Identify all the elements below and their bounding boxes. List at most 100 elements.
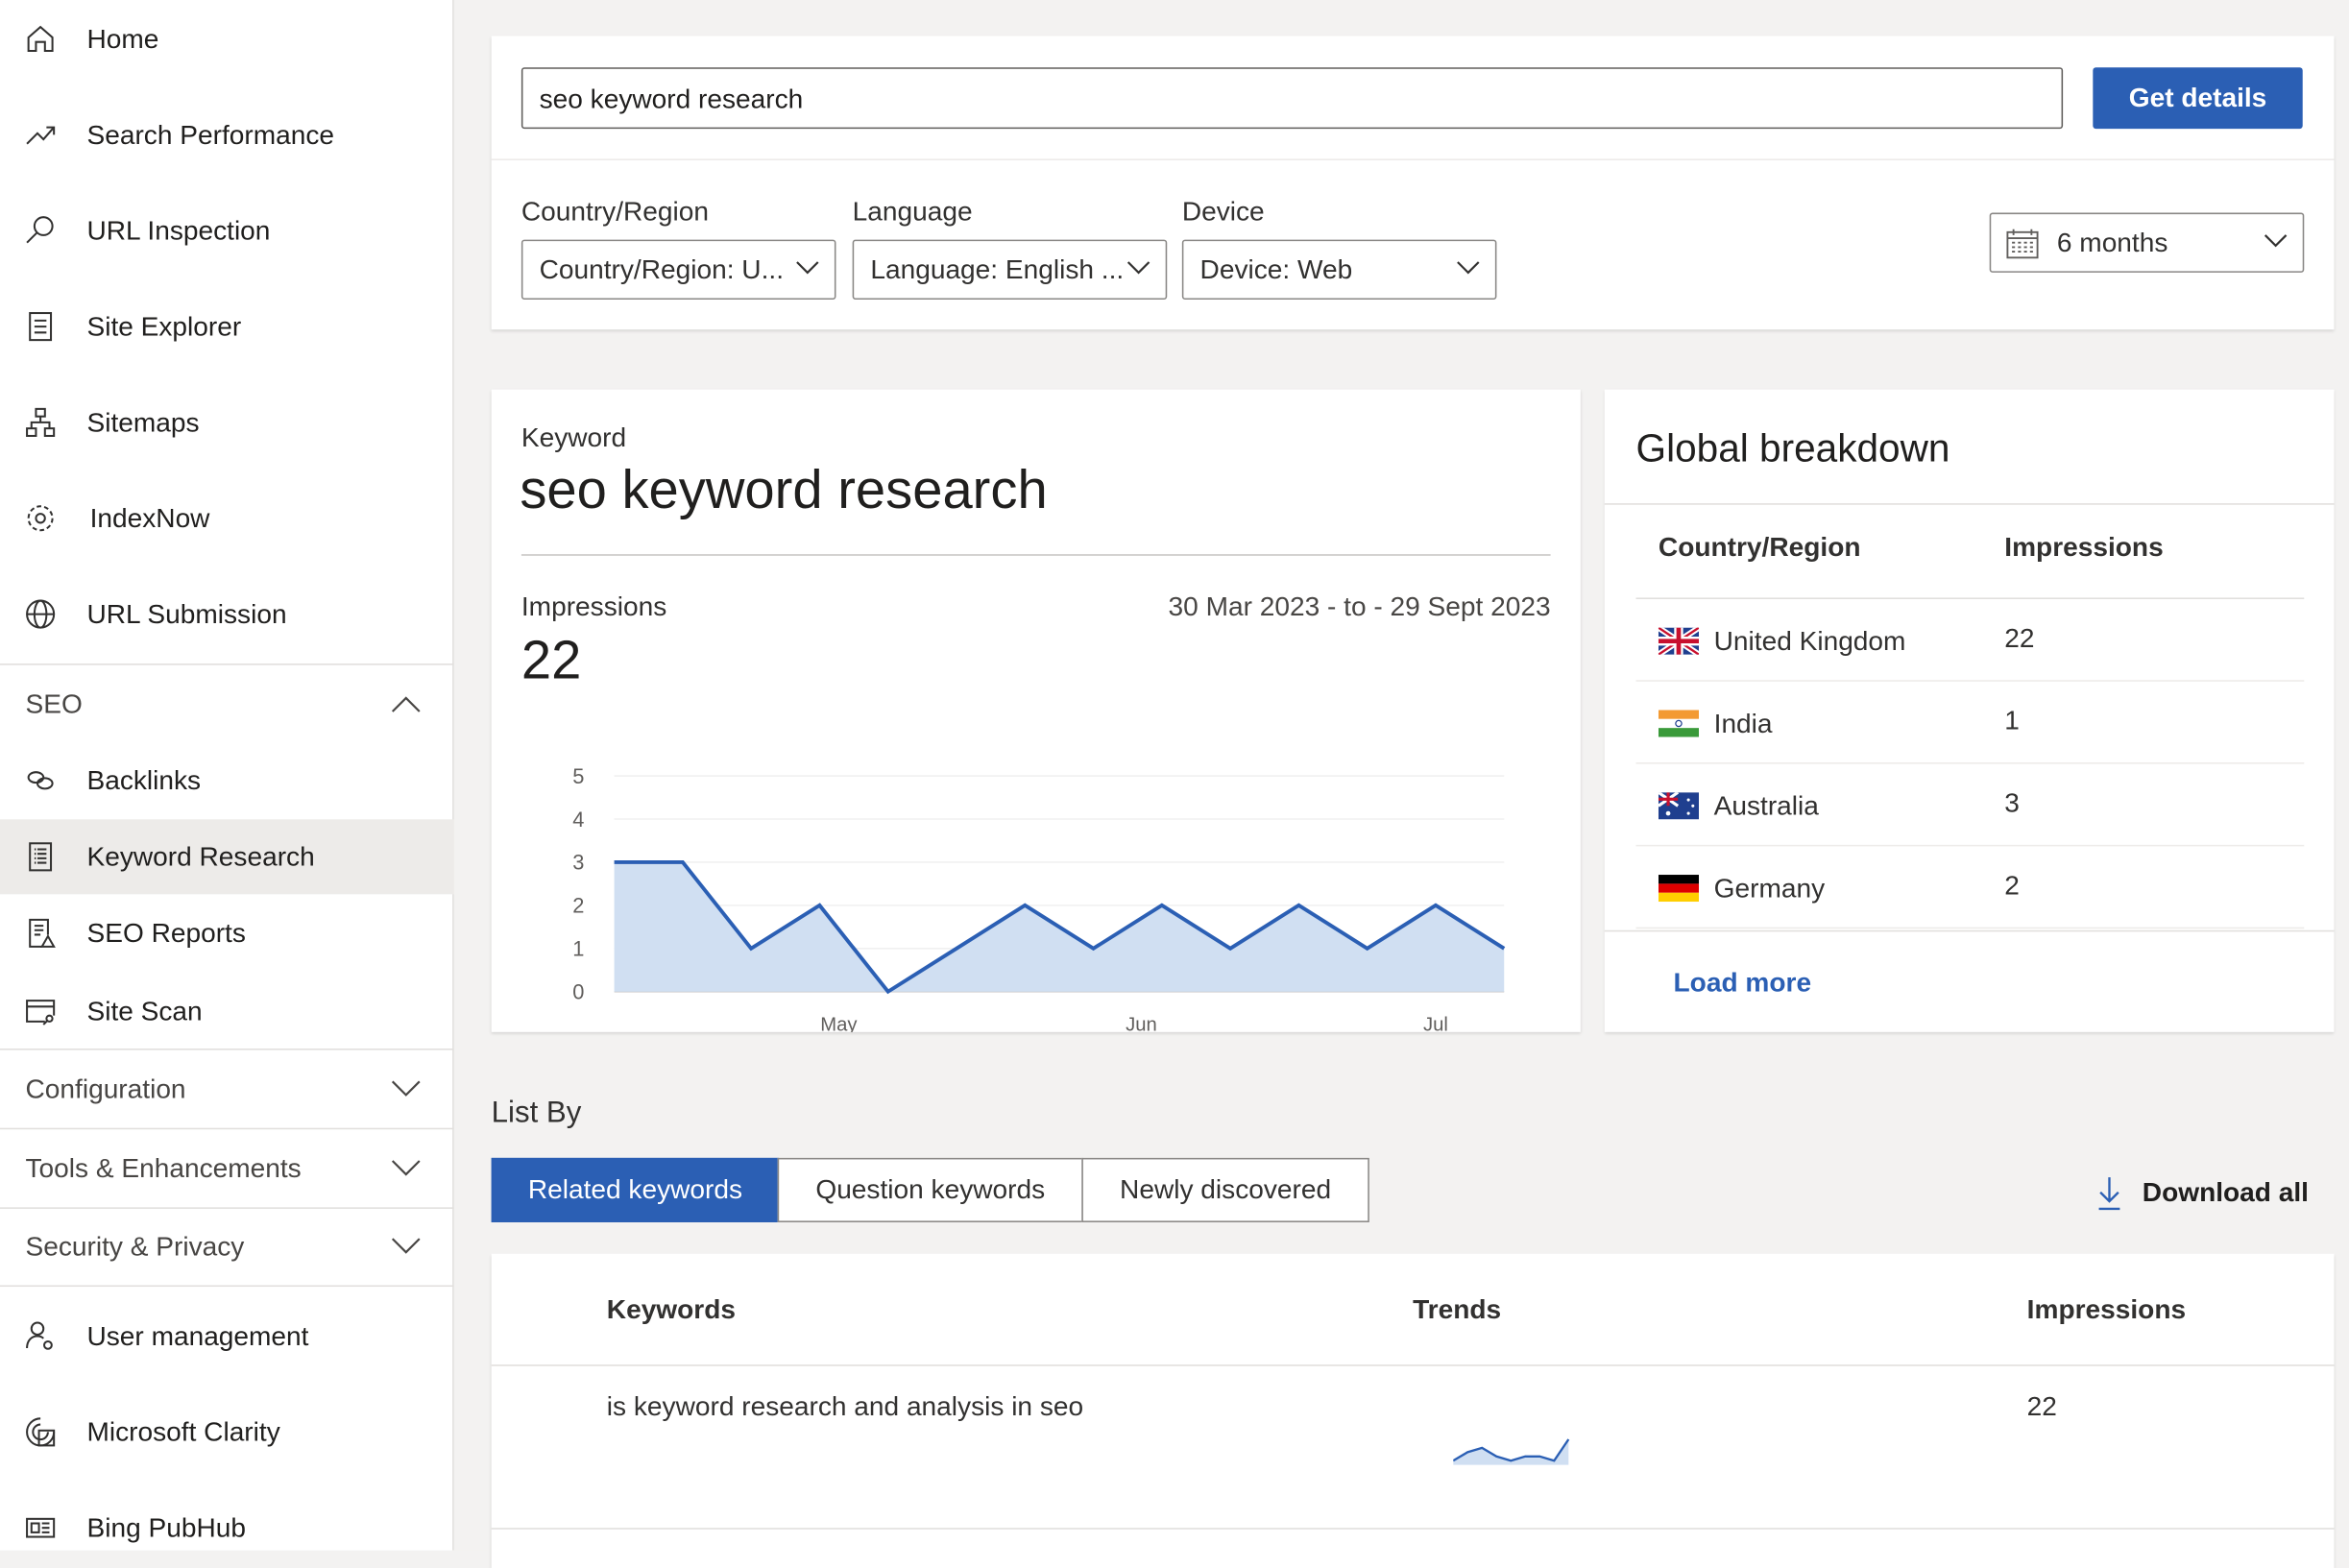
sidebar-item-site-explorer[interactable]: Site Explorer [0,289,454,364]
global-title: Global breakdown [1635,425,1950,470]
sidebar-item-label: Search Performance [86,119,335,150]
country-impressions: 2 [2004,870,2020,901]
country-dropdown[interactable]: Country/Region: U... [521,239,836,300]
country-row: India 1 [1635,682,2305,764]
link-icon [27,771,54,790]
section-label: Configuration [25,1073,186,1103]
keywords-table: Keywords Trends Impressions is keyword r… [491,1253,2335,1568]
y-tick-label: 5 [572,764,584,788]
sidebar-item-label: User management [86,1320,309,1351]
sidebar-section-configuration[interactable]: Configuration [0,1050,454,1128]
country-name: Germany [1713,873,1826,904]
divider [1604,503,2335,505]
divider [491,1528,2335,1530]
user-gear-icon [26,1321,53,1350]
trend-sparkline [1453,1438,1570,1465]
col-impressions: Impressions [2026,1293,2187,1325]
download-all-button[interactable]: Download all [2095,1172,2309,1212]
x-tick-label: Jul [1423,1014,1448,1032]
country-name: Australia [1713,790,1819,821]
y-tick-label: 1 [572,937,584,961]
sidebar-item-home[interactable]: Home [0,2,454,77]
sitemap-icon [26,407,56,437]
news-icon [26,1517,56,1538]
gear-icon [27,505,54,532]
flag-germany-icon [1658,875,1700,903]
y-tick-label: 3 [572,851,584,875]
trend-icon [26,126,56,145]
load-more-link[interactable]: Load more [1674,968,1812,1000]
chevron-down-icon [391,1080,421,1097]
sidebar-item-microsoft-clarity[interactable]: Microsoft Clarity [0,1394,454,1469]
clarity-icon [26,1417,56,1447]
sidebar-section-tools[interactable]: Tools & Enhancements [0,1129,454,1207]
sidebar-item-user-management[interactable]: User management [0,1299,454,1374]
section-label: SEO [25,688,83,719]
get-details-button[interactable]: Get details [2093,67,2303,130]
x-tick-label: Jun [1126,1014,1157,1032]
document-icon [29,312,53,342]
list-by-label: List By [491,1096,582,1130]
sidebar-item-url-inspection[interactable]: URL Inspection [0,193,454,268]
sidebar-item-keyword-research[interactable]: Keyword Research [0,819,454,895]
sidebar-item-label: Keyword Research [86,840,315,872]
globe-icon [26,599,56,629]
chevron-down-icon [1126,261,1150,275]
sidebar-section-seo[interactable]: SEO [0,665,454,743]
y-tick-label: 0 [572,980,584,1004]
sidebar-item-search-performance[interactable]: Search Performance [0,97,454,172]
tab-question-keywords[interactable]: Question keywords [777,1157,1083,1222]
country-row: United Kingdom 22 [1635,599,2305,682]
country-impressions: 22 [2004,622,2035,654]
country-row: Germany 2 [1635,846,2305,929]
divider [0,1285,454,1288]
scan-icon [26,1000,56,1025]
chevron-down-icon [796,261,819,275]
country-label: Country/Region [521,196,710,227]
sidebar-item-label: Site Scan [86,995,203,1025]
country-row: Australia 3 [1635,764,2305,847]
dropdown-value: Country/Region: U... [539,253,785,284]
country-impressions: 1 [2004,705,2020,736]
device-label: Device [1181,196,1265,227]
impressions-cell: 22 [2026,1391,2057,1422]
tab-related-keywords[interactable]: Related keywords [491,1157,780,1222]
home-icon [27,25,54,53]
sidebar-item-sitemaps[interactable]: Sitemaps [0,385,454,460]
language-dropdown[interactable]: Language: English ... [852,239,1168,300]
divider [491,158,2335,160]
chevron-down-icon [1457,261,1480,275]
sidebar-item-label: Microsoft Clarity [86,1415,280,1447]
table-row[interactable]: is keyword research and analysis in seo … [492,1366,2335,1528]
sidebar-item-backlinks[interactable]: Backlinks [0,743,454,818]
sidebar-section-security[interactable]: Security & Privacy [0,1207,454,1285]
y-tick-label: 2 [572,894,584,918]
y-tick-label: 4 [572,808,584,832]
sidebar-item-label: Bing PubHub [86,1511,246,1543]
device-dropdown[interactable]: Device: Web [1181,239,1497,300]
sidebar-item-site-scan[interactable]: Site Scan [0,974,454,1049]
flag-india-icon [1658,710,1700,737]
sidebar-item-label: IndexNow [89,502,210,533]
country-impressions: 3 [2004,787,2020,818]
country-name: United Kingdom [1713,626,1906,657]
sidebar-item-seo-reports[interactable]: SEO Reports [0,896,454,971]
chevron-down-icon [391,1238,421,1254]
col-keywords: Keywords [606,1293,737,1325]
period-dropdown[interactable]: 6 months [1989,212,2305,273]
section-label: Security & Privacy [25,1230,245,1261]
col-impressions: Impressions [2004,531,2164,562]
country-name: India [1713,708,1773,739]
sidebar-item-label: URL Inspection [86,214,271,246]
chevron-down-icon [2264,234,2288,248]
sidebar-item-bing-pubhub[interactable]: Bing PubHub [0,1490,454,1565]
language-label: Language [852,196,973,227]
dropdown-value: Language: English ... [870,253,1125,284]
sidebar-item-url-submission[interactable]: URL Submission [0,577,454,652]
tab-newly-discovered[interactable]: Newly discovered [1081,1157,1369,1222]
sidebar-item-indexnow[interactable]: IndexNow [0,481,454,556]
sidebar-item-label: Site Explorer [86,310,242,341]
sidebar-item-label: SEO Reports [86,917,246,948]
report-warning-icon [29,918,56,948]
keyword-search-input[interactable]: seo keyword research [521,67,2064,130]
